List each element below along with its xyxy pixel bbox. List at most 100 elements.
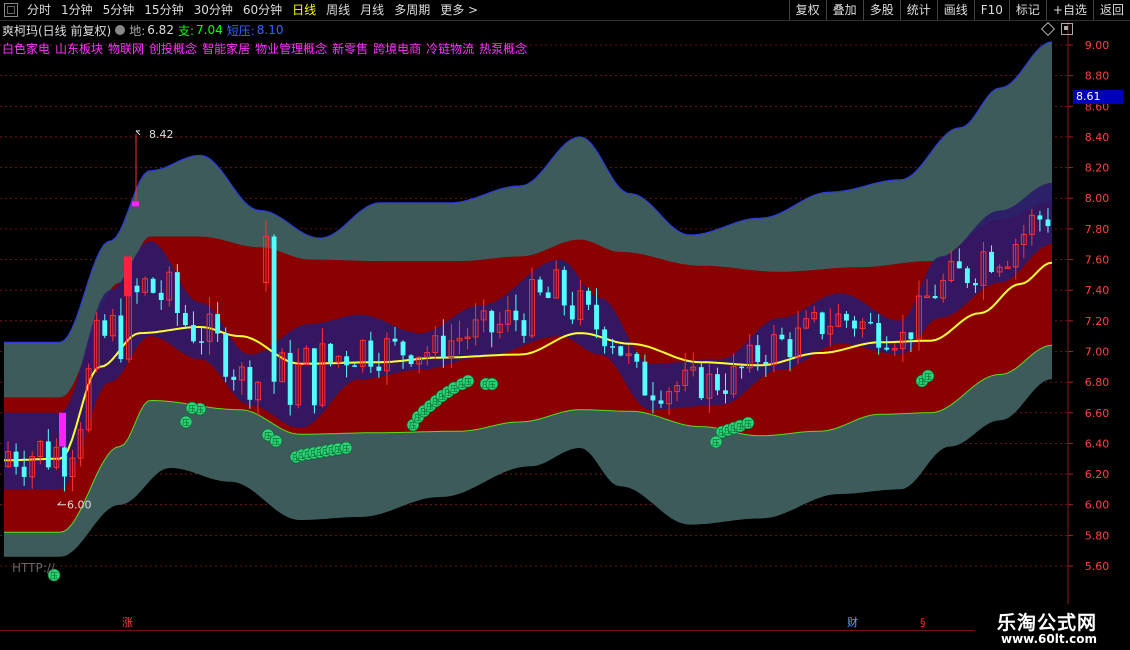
- candle-body-down: [215, 314, 221, 334]
- signal-text: 压: [182, 419, 190, 428]
- candle-body-down: [400, 341, 406, 356]
- toolbar-button[interactable]: 叠加: [825, 0, 863, 20]
- period-list: 分时 1分钟 5分钟 15分钟 30分钟 60分钟 日线 周线 月线 多周期 更多 >: [0, 0, 483, 20]
- candle-body-down: [602, 329, 608, 347]
- candle-body-down: [182, 313, 188, 326]
- price-tick-label: 8.20: [1085, 162, 1110, 175]
- concept-tag[interactable]: 创投概念: [149, 40, 197, 56]
- concept-tag[interactable]: 新零售: [332, 40, 368, 56]
- signal-text: 压: [464, 378, 472, 387]
- toolbar-button[interactable]: 画线: [936, 0, 974, 20]
- signal-text: 压: [712, 439, 720, 448]
- candle-body-down: [932, 296, 938, 299]
- candle-body-down: [328, 343, 333, 363]
- period-tab[interactable]: 周线: [321, 0, 355, 20]
- candle-body-down: [964, 268, 970, 284]
- signal-badge: 压: [185, 401, 199, 415]
- dropdown-circle-icon[interactable]: [115, 25, 126, 35]
- price-tick-label: 6.60: [1085, 407, 1110, 420]
- toolbar-button[interactable]: 标记: [1008, 0, 1046, 20]
- candle-body-down: [989, 251, 994, 272]
- chart-window: 8.42 6.00 压压压压压压压压压压压压压压压压压压压压压压压压压压压压压压压压…: [0, 0, 1130, 650]
- toolbar-button[interactable]: 多股: [862, 0, 900, 20]
- concept-tags: 白色家电 山东板块 物联网 创投概念 智能家居 物业管理概念 新零售 跨境电商 冷链物流 热泵概念: [2, 40, 532, 56]
- candle-body-down: [231, 376, 237, 380]
- high-label: 8.42: [149, 128, 174, 141]
- label-di: 地:: [129, 23, 146, 38]
- candle-body-down: [352, 365, 358, 367]
- concept-tag[interactable]: 智能家居: [202, 40, 250, 56]
- window-icon[interactable]: [4, 3, 18, 17]
- period-tab[interactable]: 60分钟: [238, 0, 287, 20]
- candle-body-down: [174, 272, 180, 314]
- low-label: 6.00: [67, 499, 92, 512]
- concept-tag[interactable]: 热泵概念: [479, 40, 527, 56]
- period-tab[interactable]: 多周期: [389, 0, 435, 20]
- candle-body-down: [311, 348, 317, 406]
- period-tab[interactable]: 月线: [355, 0, 389, 20]
- signal-badge: 压: [269, 434, 283, 448]
- signal-badge: 压: [179, 415, 193, 429]
- signal-text: 压: [188, 405, 196, 414]
- brand-url: www.60lt.com: [1001, 632, 1098, 646]
- indicator-info: 爽柯玛(日线 前复权) 地: 6.82 支: 7.04 短压: 8.10: [2, 21, 283, 39]
- tool-buttons: 复权 叠加 多股 统计 画线 F10 标记 +自选 返回: [788, 0, 1130, 20]
- toolbar-button[interactable]: 复权: [788, 0, 826, 20]
- signal-badge: 压: [485, 377, 499, 391]
- toolbar-button[interactable]: 统计: [899, 0, 937, 20]
- period-tab[interactable]: 5分钟: [98, 0, 140, 20]
- candle-body-down: [956, 261, 962, 269]
- diamond-icon[interactable]: [1040, 21, 1056, 37]
- signal-text: 压: [924, 373, 932, 382]
- period-tab[interactable]: 1分钟: [56, 0, 98, 20]
- concept-tag[interactable]: 跨境电商: [373, 40, 421, 56]
- event-marker: 涨: [122, 616, 133, 629]
- signal-text: 压: [744, 420, 752, 429]
- kline-chart[interactable]: 8.426.00压压压压压压压压压压压压压压 压压压压压压压压压 压压 压压压压压压压…: [0, 0, 1130, 650]
- toolbar-button[interactable]: F10: [973, 0, 1009, 20]
- price-tick-label: 7.00: [1085, 345, 1110, 358]
- period-tab[interactable]: 日线: [287, 0, 321, 20]
- price-tick-label: 5.80: [1085, 529, 1110, 542]
- value-zhi: 7.04: [196, 23, 223, 37]
- price-tick-label: 6.00: [1085, 499, 1110, 512]
- layout-icon[interactable]: [1061, 23, 1073, 35]
- candle-body-down: [45, 441, 51, 468]
- signal-badge: 压: [339, 441, 353, 455]
- candle-body-down: [392, 338, 398, 342]
- period-tab[interactable]: 更多 >: [435, 0, 483, 20]
- candle-body-down: [1037, 215, 1043, 220]
- price-tick-label: 6.20: [1085, 468, 1110, 481]
- event-marker: §: [920, 616, 926, 629]
- toolbar-button[interactable]: +自选: [1045, 0, 1093, 20]
- concept-tag[interactable]: 冷链物流: [426, 40, 474, 56]
- candle-body-down: [247, 366, 253, 400]
- candle-body-down: [440, 335, 446, 358]
- candle-body-down: [223, 333, 229, 377]
- candle-body-down: [21, 466, 27, 477]
- highlight-candle: [124, 256, 132, 297]
- candle-body-down: [852, 320, 857, 329]
- candle-body-down: [150, 278, 156, 293]
- concept-tag[interactable]: 山东板块: [55, 40, 103, 56]
- signal-badge: 压: [921, 369, 935, 383]
- period-tab[interactable]: 分时: [22, 0, 56, 20]
- concept-tag[interactable]: 物业管理概念: [255, 40, 327, 56]
- chart-corner-icons: [1040, 21, 1073, 37]
- candle-body-down: [513, 310, 519, 321]
- signal-badge: 压: [741, 416, 755, 430]
- candle-body-down: [610, 346, 616, 348]
- event-marker: 财: [847, 615, 858, 629]
- candle-body-down: [779, 334, 785, 340]
- period-toolbar: 分时 1分钟 5分钟 15分钟 30分钟 60分钟 日线 周线 月线 多周期 更多 > 复权 叠加 多股…: [0, 0, 1130, 21]
- period-tab[interactable]: 15分钟: [139, 0, 188, 20]
- period-tab[interactable]: 30分钟: [189, 0, 238, 20]
- toolbar-button[interactable]: 返回: [1092, 0, 1130, 20]
- label-zhi: 支:: [177, 23, 194, 38]
- candle-body-down: [13, 451, 19, 467]
- candle-body-down: [787, 339, 793, 358]
- candle-body-down: [844, 313, 849, 321]
- candle-body-down: [755, 345, 761, 363]
- concept-tag[interactable]: 物联网: [108, 40, 144, 56]
- concept-tag[interactable]: 白色家电: [2, 40, 50, 56]
